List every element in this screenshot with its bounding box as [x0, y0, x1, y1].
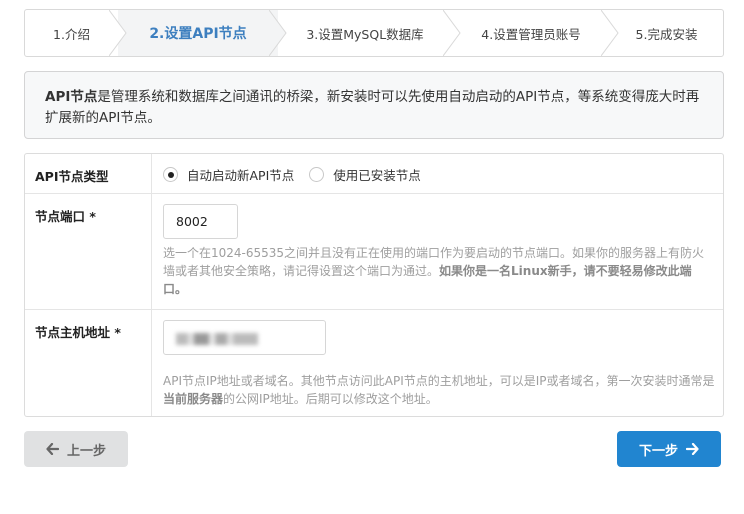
- redacted-host-value: [176, 332, 258, 345]
- step-api-node[interactable]: 2.设置API节点: [118, 10, 287, 56]
- radio-use-installed[interactable]: 使用已安装节点: [309, 165, 421, 184]
- radio-label[interactable]: 使用已安装节点: [333, 165, 421, 184]
- next-button[interactable]: 下一步: [617, 431, 721, 467]
- prev-button[interactable]: 上一步: [24, 431, 128, 467]
- radio-unchecked-icon[interactable]: [309, 167, 325, 182]
- host-input[interactable]: [163, 320, 326, 355]
- next-button-label: 下一步: [638, 443, 678, 459]
- step-divider: [269, 10, 287, 56]
- radio-auto-start[interactable]: 自动启动新API节点: [163, 165, 294, 184]
- host-hint-post: 的公网IP地址。后期可以修改这个地址。: [223, 392, 438, 406]
- step-label: 5.完成安装: [635, 26, 698, 42]
- step-label: 2.设置API节点: [149, 26, 247, 42]
- port-label: 节点端口 *: [25, 194, 152, 309]
- step-label: 4.设置管理员账号: [481, 26, 581, 42]
- step-divider: [601, 10, 619, 56]
- form-row-host: 节点主机地址 * API节点IP地址或者域名。其他节点访问此API节点的主机地址…: [25, 310, 723, 416]
- step-divider: [443, 10, 461, 56]
- host-hint-strong: 当前服务器: [163, 392, 224, 406]
- radio-checked-icon[interactable]: [163, 167, 178, 182]
- node-type-radio-group: 自动启动新API节点 使用已安装节点: [163, 165, 436, 184]
- port-input[interactable]: 8002: [163, 204, 238, 239]
- host-label: 节点主机地址 *: [25, 310, 152, 416]
- radio-label[interactable]: 自动启动新API节点: [187, 165, 294, 184]
- arrow-left-icon: [46, 443, 59, 455]
- step-mysql[interactable]: 3.设置MySQL数据库: [278, 10, 461, 56]
- api-node-form: API节点类型 自动启动新API节点 使用已安装节点 节点端口 * 8002 选…: [24, 153, 724, 417]
- host-hint: API节点IP地址或者域名。其他节点访问此API节点的主机地址，可以是IP或者域…: [163, 372, 715, 408]
- form-row-node-type: API节点类型 自动启动新API节点 使用已安装节点: [25, 154, 723, 194]
- step-divider: [109, 10, 127, 56]
- arrow-right-icon: [686, 443, 699, 455]
- step-label: 1.介绍: [53, 26, 90, 42]
- step-label: 3.设置MySQL数据库: [306, 26, 424, 42]
- installation-steps: 1.介绍 2.设置API节点 3.设置MySQL数据库 4.设置管理员账号 5.…: [24, 9, 724, 57]
- port-hint: 选一个在1024-65535之间并且没有正在使用的端口作为要启动的节点端口。如果…: [163, 244, 715, 298]
- info-strong: API节点: [45, 89, 98, 105]
- step-finish[interactable]: 5.完成安装: [610, 10, 723, 56]
- node-type-label: API节点类型: [25, 154, 152, 193]
- prev-button-label: 上一步: [66, 443, 106, 459]
- step-admin[interactable]: 4.设置管理员账号: [452, 10, 619, 56]
- step-intro[interactable]: 1.介绍: [25, 10, 127, 56]
- info-message: API节点是管理系统和数据库之间通讯的桥梁，新安装时可以先使用自动启动的API节…: [24, 71, 724, 139]
- form-row-port: 节点端口 * 8002 选一个在1024-65535之间并且没有正在使用的端口作…: [25, 194, 723, 310]
- host-hint-pre: API节点IP地址或者域名。其他节点访问此API节点的主机地址，可以是IP或者域…: [163, 374, 715, 388]
- info-text: 是管理系统和数据库之间通讯的桥梁，新安装时可以先使用自动启动的API节点，等系统…: [45, 89, 700, 126]
